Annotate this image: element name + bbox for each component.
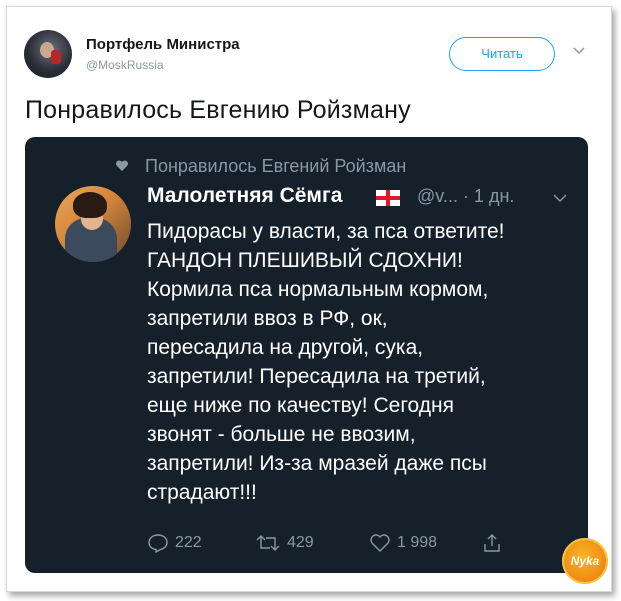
like-count: 1 998 [397, 534, 438, 551]
tweet-line: Пидорасы у власти, за пса ответите! [147, 220, 505, 243]
retweet-count: 429 [287, 534, 314, 551]
embedded-author-name[interactable]: Малолетняя Сёмга [147, 184, 342, 208]
retweet-icon [256, 535, 280, 551]
tweet-line: Кормила пса нормальным кормом, [147, 278, 489, 301]
tweet-actions: 222 429 1 998 [147, 533, 567, 555]
embedded-tweet-text: Пидорасы у власти, за пса ответите! ГАНД… [147, 217, 577, 507]
tweet-line: запретили! Пересадила на третий, [147, 365, 486, 388]
heart-icon [115, 160, 129, 171]
follow-button[interactable]: Читать [449, 37, 555, 71]
reply-count: 222 [175, 534, 202, 551]
embedded-author-avatar[interactable] [55, 186, 131, 262]
share-button[interactable] [481, 533, 509, 553]
heart-outline-icon [370, 534, 390, 552]
georgia-flag-icon [376, 190, 400, 206]
author-avatar[interactable] [24, 30, 72, 78]
reply-button[interactable]: 222 [147, 533, 202, 553]
chevron-down-icon[interactable] [553, 193, 567, 203]
tweet-line: звонят - больше не ввозим, [147, 423, 416, 446]
tweet-line: еще ниже по качеству! Сегодня [147, 394, 454, 417]
chevron-down-icon[interactable] [573, 46, 585, 56]
tweet-line: запретили! Из-за мразей даже псы [147, 452, 487, 475]
embedded-tweet-card[interactable]: Понравилось Евгений Ройзман Малолетняя С… [25, 137, 588, 573]
embedded-handle-time[interactable]: @v... · 1 дн. [417, 186, 514, 207]
tweet-text: Понравилось Евгению Ройзману [25, 96, 411, 124]
tweet-line: запретили ввоз в РФ, ок, [147, 307, 388, 330]
reply-icon [148, 534, 168, 553]
like-button[interactable]: 1 998 [369, 533, 437, 553]
tweet-line: ГАНДОН ПЛЕШИВЫЙ СДОХНИ! [147, 249, 463, 272]
retweet-button[interactable]: 429 [255, 533, 314, 553]
tweet-line: пересадила на другой, сука, [147, 336, 424, 359]
share-icon [484, 534, 500, 552]
author-name[interactable]: Портфель Министра [86, 36, 240, 53]
author-handle[interactable]: @MoskRussia [86, 58, 164, 72]
watermark-logo: Nyka [562, 538, 608, 584]
tweet-line: страдают!!! [147, 481, 257, 504]
liked-by-label: Понравилось Евгений Ройзман [145, 156, 407, 176]
